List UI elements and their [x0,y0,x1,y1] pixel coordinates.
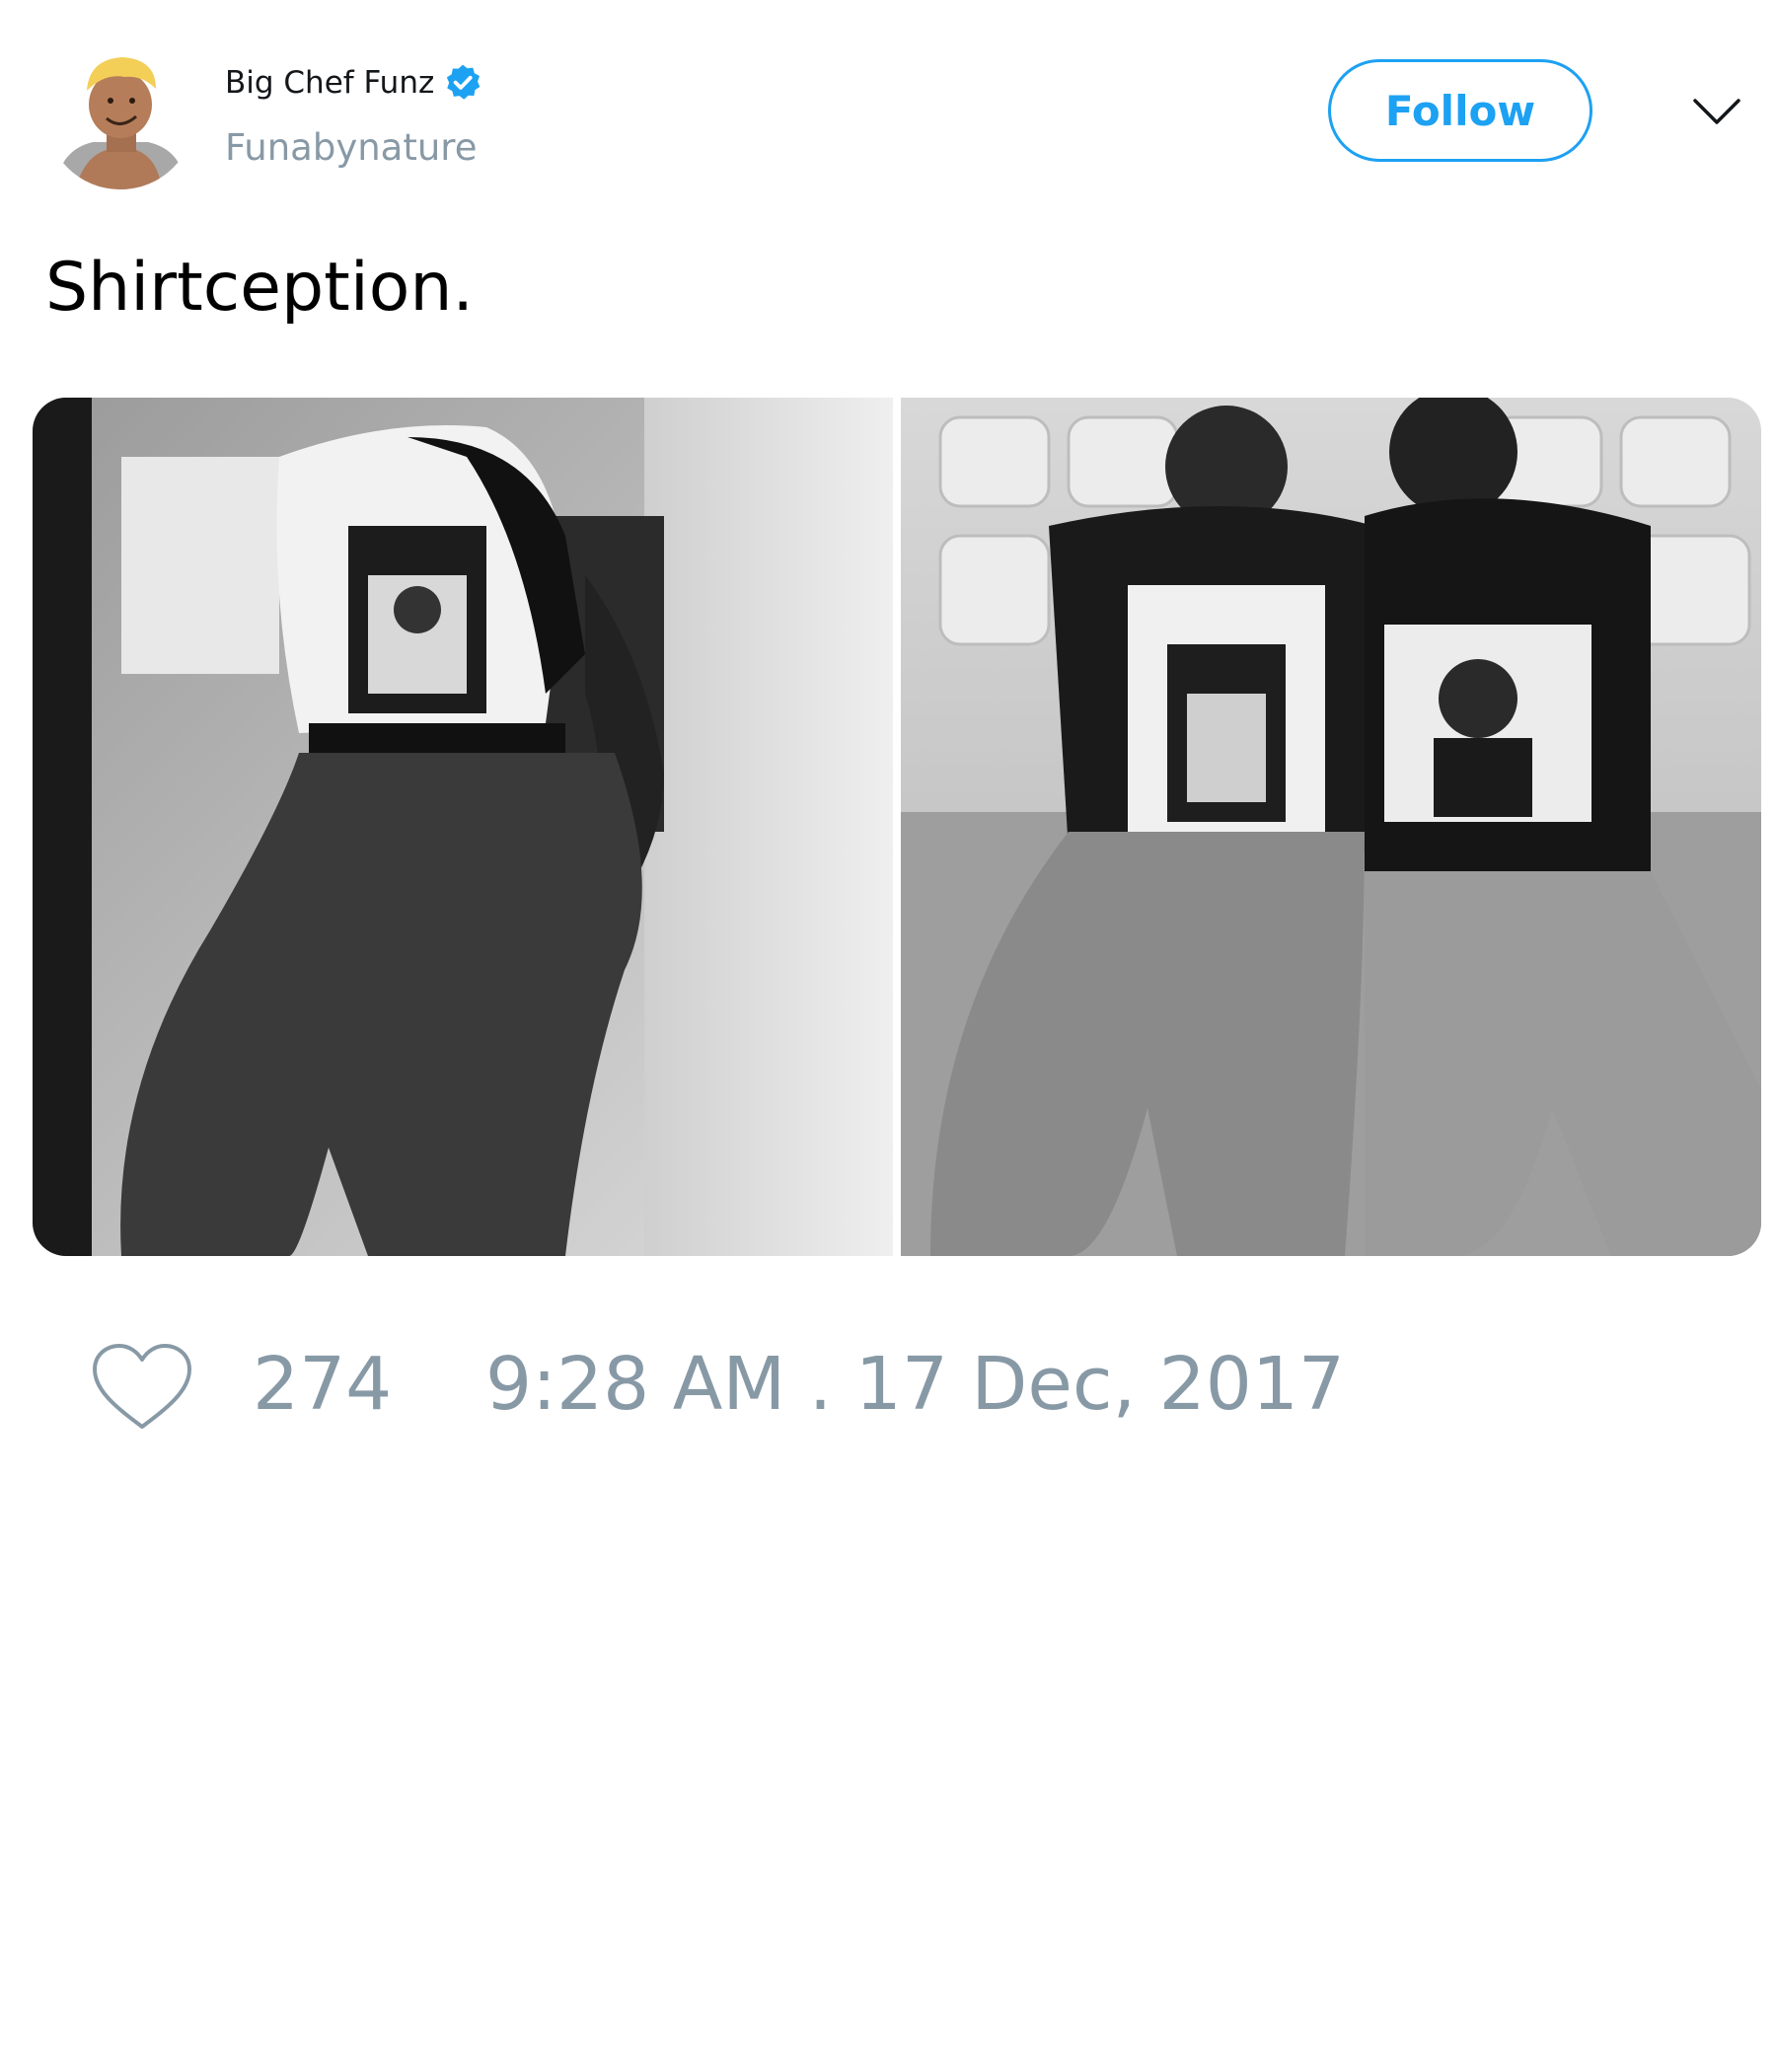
follow-button[interactable]: Follow [1328,59,1592,162]
author-handle[interactable]: Funabynature [225,126,477,169]
chevron-down-icon[interactable] [1689,87,1744,134]
verified-badge-icon [442,62,483,104]
avatar[interactable] [45,39,195,189]
like-count: 274 [253,1342,393,1427]
tweet-photo-2[interactable] [901,398,1761,1256]
heart-icon[interactable] [89,1340,195,1435]
author-display-name[interactable]: Big Chef Funz [225,65,434,101]
avatar-image [45,39,195,189]
tweet-media-grid [33,398,1761,1256]
tweet-photo-1[interactable] [33,398,893,1256]
author-name-row[interactable]: Big Chef Funz [225,61,483,105]
tweet-text: Shirtception. [45,249,475,327]
tweet-timestamp[interactable]: 9:28 AM . 17 Dec, 2017 [485,1342,1345,1427]
